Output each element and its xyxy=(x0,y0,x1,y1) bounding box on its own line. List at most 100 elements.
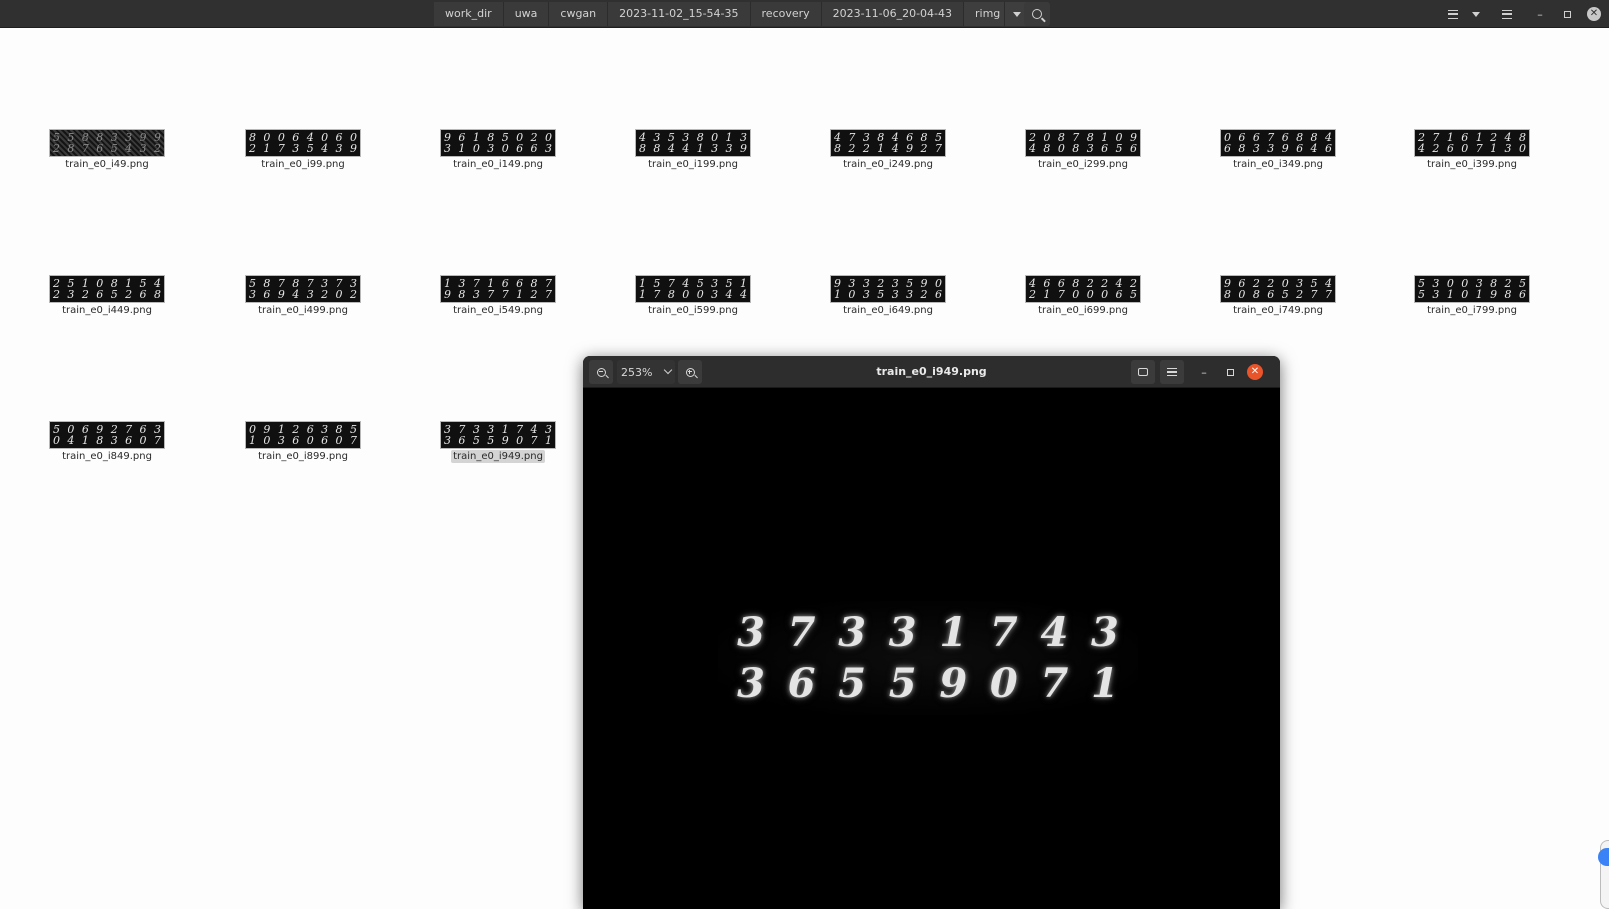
file-item[interactable]: 1 5 7 4 5 3 5 1 1 7 8 0 0 3 4 4 train_e0_i599.png xyxy=(603,275,783,323)
image-viewer-window: 253% train_e0_i949.png – ✕ 37331743 3655… xyxy=(583,356,1280,909)
digit-glyph: 5 xyxy=(888,659,917,707)
file-name: train_e0_i299.png xyxy=(1038,159,1128,170)
digit-glyph: 6 xyxy=(787,659,816,707)
digit-glyph: 7 xyxy=(989,608,1018,656)
file-item[interactable]: 2 5 1 0 8 1 5 4 2 3 2 6 5 2 6 8 train_e0_i449.png xyxy=(17,275,197,323)
maximize-button[interactable] xyxy=(1555,2,1579,26)
thumbnail-digit-row: 10353326 xyxy=(834,288,942,301)
file-item[interactable]: 2 7 1 6 1 2 4 8 4 2 6 0 7 1 3 0 train_e0_i399.png xyxy=(1382,129,1562,177)
breadcrumb-cwgan[interactable]: cwgan xyxy=(549,2,609,26)
thumbnail-digit-row: 31030663 xyxy=(444,142,552,155)
breadcrumb-work-dir[interactable]: work_dir xyxy=(434,2,504,26)
close-button[interactable]: ✕ xyxy=(1582,2,1606,26)
thumbnail-digit-row: 53101986 xyxy=(1418,288,1526,301)
digit-glyph: 3 xyxy=(1091,608,1119,656)
image-canvas[interactable]: 37331743 36559071 xyxy=(583,389,1280,909)
breadcrumb-recovery-date[interactable]: 2023-11-06_20-04-43 xyxy=(821,2,965,26)
view-list-button[interactable] xyxy=(1440,2,1466,26)
maximize-icon xyxy=(1563,10,1571,18)
breadcrumb-recovery[interactable]: recovery xyxy=(750,2,822,26)
viewer-menu-button[interactable] xyxy=(1160,360,1184,384)
zoom-level-dropdown[interactable]: 253% xyxy=(617,360,675,384)
digit-row-bottom: 36559071 xyxy=(728,659,1128,707)
digit-glyph: 4 xyxy=(1040,608,1069,656)
digit-glyph: 9 xyxy=(939,659,968,707)
file-thumbnail: 2510815423265268 xyxy=(49,275,165,303)
file-item[interactable]: 0 9 1 2 6 3 8 5 1 0 3 6 0 6 0 7 train_e0_i899.png xyxy=(213,421,393,469)
breadcrumb: work_dir uwa cwgan 2023-11-02_15-54-35 r… xyxy=(434,2,1030,26)
maximize-icon xyxy=(1226,368,1234,376)
file-item[interactable]: 5 0 6 9 2 7 6 3 0 4 1 8 3 6 0 7 train_e0_i849.png xyxy=(17,421,197,469)
file-thumbnail: 5069276304183607 xyxy=(49,421,165,449)
file-item[interactable]: 0 6 6 7 6 8 8 4 6 8 3 3 9 6 4 6 train_e0_i349.png xyxy=(1188,129,1368,177)
file-thumbnail: 5588339928765432 xyxy=(49,129,165,157)
zoom-in-button[interactable] xyxy=(678,360,702,384)
notification-badge[interactable] xyxy=(1598,848,1609,866)
file-item[interactable]: 5 5 8 8 3 3 9 9 2 8 7 6 5 4 3 2 train_e0_i49.png xyxy=(17,129,197,177)
file-name: train_e0_i849.png xyxy=(62,451,152,462)
digit-glyph: 0 xyxy=(989,659,1018,707)
file-item[interactable]: 4 6 6 8 2 2 4 2 2 1 7 0 0 0 6 5 train_e0_i699.png xyxy=(993,275,1173,323)
zoom-out-icon xyxy=(596,367,606,377)
viewer-close-button[interactable]: ✕ xyxy=(1245,360,1265,384)
file-name: train_e0_i99.png xyxy=(261,159,345,170)
file-thumbnail: 2716124842607130 xyxy=(1414,129,1530,157)
displayed-image: 37331743 36559071 xyxy=(718,601,1138,715)
viewer-maximize-button[interactable] xyxy=(1220,360,1240,384)
file-item[interactable]: 4 3 5 3 8 0 1 3 8 8 4 4 1 3 3 9 train_e0_i199.png xyxy=(603,129,783,177)
file-item[interactable]: 9 6 1 8 5 0 2 0 3 1 0 3 0 6 6 3 train_e0_i149.png xyxy=(408,129,588,177)
file-thumbnail: 3733174336559071 xyxy=(440,421,556,449)
thumbnail-digit-row: 82214927 xyxy=(834,142,942,155)
view-options-button[interactable] xyxy=(1466,2,1486,26)
zoom-in-icon xyxy=(685,367,695,377)
chevron-down-icon xyxy=(663,365,673,375)
file-item[interactable]: 5 8 7 8 7 3 7 3 3 6 9 4 3 2 0 2 train_e0_i499.png xyxy=(213,275,393,323)
file-item[interactable]: 2 0 8 7 8 1 0 9 4 8 0 8 3 6 5 6 train_e0_i299.png xyxy=(993,129,1173,177)
close-icon: ✕ xyxy=(1247,364,1263,380)
file-name: train_e0_i149.png xyxy=(453,159,543,170)
breadcrumb-run-date[interactable]: 2023-11-02_15-54-35 xyxy=(608,2,751,26)
file-item[interactable]: 9 6 2 2 0 3 5 4 8 0 8 6 5 2 7 7 train_e0_i749.png xyxy=(1188,275,1368,323)
main-menu-button[interactable] xyxy=(1494,2,1520,26)
breadcrumb-rimg[interactable]: rimg xyxy=(964,2,1006,26)
file-name: train_e0_i699.png xyxy=(1038,305,1128,316)
file-thumbnail: 9622035480865277 xyxy=(1220,275,1336,303)
hamburger-menu-icon xyxy=(1167,368,1177,376)
thumbnail-digit-row: 98377127 xyxy=(444,288,552,301)
file-name: train_e0_i49.png xyxy=(65,159,149,170)
chevron-down-icon xyxy=(1013,11,1022,17)
file-item[interactable]: 9 3 3 2 3 5 9 0 1 0 3 5 3 3 2 6 train_e0_i649.png xyxy=(798,275,978,323)
file-item[interactable]: 1 3 7 1 6 6 8 7 9 8 3 7 7 1 2 7 train_e0_i549.png xyxy=(408,275,588,323)
file-thumbnail: 9332359010353326 xyxy=(830,275,946,303)
breadcrumb-uwa[interactable]: uwa xyxy=(503,2,550,26)
file-name: train_e0_i949.png xyxy=(451,450,545,463)
thumbnail-digit-row: 23265268 xyxy=(53,288,161,301)
digit-glyph: 1 xyxy=(939,608,968,656)
thumbnail-digit-row: 88441339 xyxy=(639,142,747,155)
file-thumbnail: 5878737336943202 xyxy=(245,275,361,303)
rotate-button[interactable] xyxy=(1131,360,1155,384)
file-thumbnail: 4668224221700065 xyxy=(1025,275,1141,303)
file-name: train_e0_i899.png xyxy=(258,451,348,462)
file-item[interactable]: 8 0 0 6 4 0 6 0 2 1 7 3 5 4 3 9 train_e0_i99.png xyxy=(213,129,393,177)
thumbnail-digit-row: 21700065 xyxy=(1029,288,1137,301)
zoom-out-button[interactable] xyxy=(589,360,613,384)
file-name: train_e0_i399.png xyxy=(1427,159,1517,170)
file-item[interactable]: 4 7 3 8 4 6 8 5 8 2 2 1 4 9 2 7 train_e0_i249.png xyxy=(798,129,978,177)
zoom-level-value: 253% xyxy=(621,365,653,379)
thumbnail-digit-row: 68339646 xyxy=(1224,142,1332,155)
file-item[interactable]: 5 3 0 0 3 8 2 5 5 3 1 0 1 9 8 6 train_e0_i799.png xyxy=(1382,275,1562,323)
digit-row-top: 37331743 xyxy=(728,608,1128,656)
viewer-minimize-button[interactable]: – xyxy=(1194,360,1214,384)
file-thumbnail: 5300382553101986 xyxy=(1414,275,1530,303)
file-thumbnail: 1371668798377127 xyxy=(440,275,556,303)
chevron-down-icon xyxy=(1472,11,1480,17)
thumbnail-digit-row: 48083656 xyxy=(1029,142,1137,155)
minimize-button[interactable]: – xyxy=(1528,2,1552,26)
file-thumbnail: 1574535117800344 xyxy=(635,275,751,303)
digit-glyph: 3 xyxy=(737,608,765,656)
file-item[interactable]: 3 7 3 3 1 7 4 3 3 6 5 5 9 0 7 1 train_e0_i949.png xyxy=(408,421,588,469)
digit-glyph: 7 xyxy=(1040,659,1069,707)
thumbnail-digit-row: 42607130 xyxy=(1418,142,1526,155)
search-button[interactable] xyxy=(1024,2,1050,26)
